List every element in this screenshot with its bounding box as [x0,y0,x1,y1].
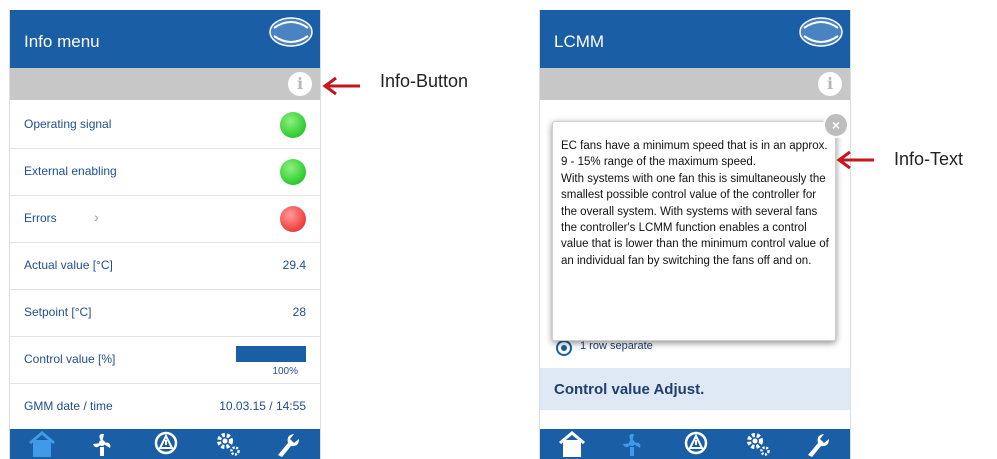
row-label: Errors [24,211,57,225]
row-value: 29.4 [282,258,306,272]
info-bar [10,68,320,100]
status-led-green [280,159,306,185]
chevron-right-icon[interactable]: › [94,209,99,225]
service-icon[interactable] [804,431,832,457]
info-button-arrow-icon [322,76,360,96]
fan-icon[interactable] [88,431,116,457]
row-control-value: Control value [%] 100% [10,337,320,384]
tab-bar [10,429,320,459]
home-icon[interactable] [558,431,586,457]
info-text-body: EC fans have a minimum speed that is in … [561,140,829,267]
row-value: 10.03.15 / 14:55 [219,399,306,413]
row-label: External enabling [24,164,117,178]
header-bar: Info menu [10,10,320,68]
radio-row-separate[interactable] [556,340,572,356]
row-setpoint: Setpoint [°C] 28 [10,290,320,337]
row-label: Operating signal [24,117,112,131]
row-operating-signal: Operating signal [10,102,320,149]
row-actual-value: Actual value [°C] 29.4 [10,243,320,290]
info-button-annotation: Info-Button [380,71,469,91]
row-external-enabling: External enabling [10,149,320,196]
screen-title: LCMM [554,32,605,51]
control-value-percent: 100% [272,366,298,377]
row-gmm-date: GMM date / time 10.03.15 / 14:55 [10,384,320,430]
radio-label: 1 row separate [580,340,653,352]
status-led-red [280,206,306,232]
close-icon[interactable]: × [823,112,849,138]
row-value: 28 [292,305,306,319]
guntner-logo [799,17,843,47]
info-bar [540,68,850,100]
screen-title: Info menu [24,32,100,51]
row-label: Actual value [°C] [24,258,113,272]
header-bar: LCMM [540,10,850,68]
info-menu-screen: Info menu i Operating signal External en… [9,10,321,459]
lcmm-screen: LCMM i 1 row separate Control value Adju… [539,10,851,459]
alarm-icon[interactable] [152,431,180,457]
status-led-green [280,112,306,138]
row-label: GMM date / time [24,399,113,413]
info-text: EC fans have a minimum speed that is in … [561,138,833,269]
home-icon[interactable] [28,431,56,457]
info-text-annotation: Info-Text [894,149,964,169]
alarm-icon[interactable] [682,431,710,457]
settings-icon[interactable] [744,431,772,457]
guntner-logo [269,17,313,47]
info-button[interactable]: i [288,72,312,96]
tab-bar [540,429,850,459]
info-popup: EC fans have a minimum speed that is in … [552,112,849,341]
section-header: Control value Adjust. [540,368,850,410]
info-text-arrow-icon [836,150,874,170]
section-title: Control value Adjust. [554,381,705,398]
info-button[interactable]: i [818,72,842,96]
row-errors[interactable]: Errors › [10,196,320,243]
service-icon[interactable] [274,431,302,457]
fan-icon[interactable] [618,431,646,457]
row-label: Control value [%] [24,352,116,366]
row-label: Setpoint [°C] [24,305,92,319]
control-value-bar [236,346,306,362]
settings-icon[interactable] [214,431,242,457]
